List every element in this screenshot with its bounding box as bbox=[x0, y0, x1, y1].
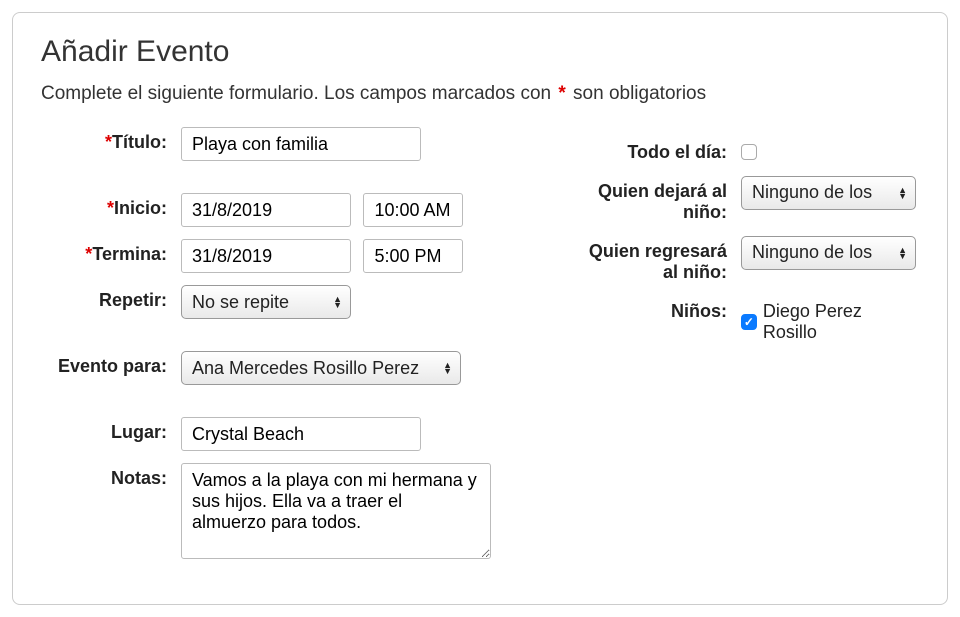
place-input[interactable] bbox=[181, 417, 421, 451]
end-label: *Termina: bbox=[41, 239, 181, 265]
dropoff-label: Quien dejará al niño: bbox=[571, 176, 741, 224]
end-date-input[interactable] bbox=[181, 239, 351, 273]
start-time-input[interactable] bbox=[363, 193, 463, 227]
repeat-label: Repetir: bbox=[41, 285, 181, 311]
notes-textarea[interactable]: Vamos a la playa con mi hermana y sus hi… bbox=[181, 463, 491, 559]
dropoff-select[interactable]: Ninguno de los ▲▼ bbox=[741, 176, 916, 210]
event-for-select[interactable]: Ana Mercedes Rosillo Perez ▲▼ bbox=[181, 351, 461, 385]
title-input[interactable] bbox=[181, 127, 421, 161]
right-column: Todo el día: Quien dejará al niño: Ningu… bbox=[571, 127, 919, 576]
left-column: *Título: *Inicio: *Termina: bbox=[41, 127, 531, 576]
child-name: Diego Perez Rosillo bbox=[763, 301, 919, 343]
updown-icon: ▲▼ bbox=[898, 247, 907, 259]
updown-icon: ▲▼ bbox=[443, 362, 452, 374]
children-label: Niños: bbox=[571, 296, 741, 323]
page-title: Añadir Evento bbox=[41, 35, 919, 69]
all-day-label: Todo el día: bbox=[571, 137, 741, 164]
start-date-input[interactable] bbox=[181, 193, 351, 227]
all-day-checkbox[interactable] bbox=[741, 144, 757, 160]
add-event-panel: Añadir Evento Complete el siguiente form… bbox=[12, 12, 948, 605]
form-instructions: Complete el siguiente formulario. Los ca… bbox=[41, 83, 919, 105]
required-asterisk: * bbox=[558, 83, 565, 104]
child-row[interactable]: Diego Perez Rosillo bbox=[741, 301, 919, 343]
end-time-input[interactable] bbox=[363, 239, 463, 273]
child-checkbox[interactable] bbox=[741, 314, 757, 330]
pickup-label: Quien regresará al niño: bbox=[571, 236, 741, 284]
repeat-select[interactable]: No se repite ▲▼ bbox=[181, 285, 351, 319]
place-label: Lugar: bbox=[41, 417, 181, 443]
title-label: *Título: bbox=[41, 127, 181, 153]
pickup-select[interactable]: Ninguno de los ▲▼ bbox=[741, 236, 916, 270]
updown-icon: ▲▼ bbox=[898, 187, 907, 199]
start-label: *Inicio: bbox=[41, 193, 181, 219]
notes-label: Notas: bbox=[41, 463, 181, 489]
updown-icon: ▲▼ bbox=[333, 296, 342, 308]
event-for-label: Evento para: bbox=[41, 351, 181, 377]
